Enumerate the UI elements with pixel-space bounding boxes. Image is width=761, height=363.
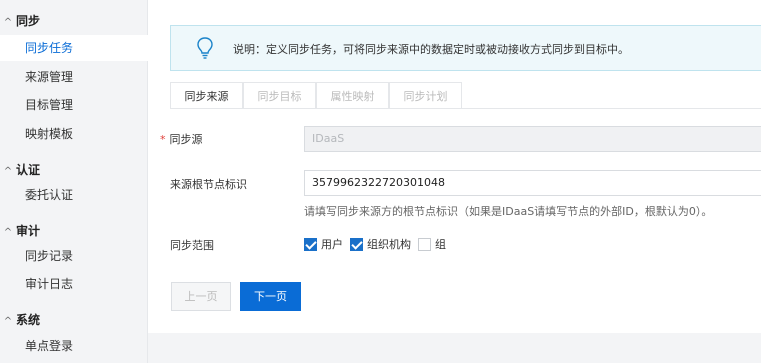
tab-sync-schedule[interactable]: 同步计划 — [389, 82, 462, 109]
tabs-divider — [170, 108, 761, 109]
sidebar-item-delegated-auth[interactable]: 委托认证 — [0, 182, 148, 208]
sidebar-item-mapping-templates[interactable]: 映射模板 — [0, 121, 148, 147]
sidebar-item-target-management[interactable]: 目标管理 — [0, 92, 148, 118]
checkbox-users[interactable] — [304, 237, 317, 251]
group-auth[interactable]: ^ 认证 — [0, 160, 40, 180]
chevron-up-icon: ^ — [3, 17, 13, 28]
scope-options: 用户 组织机构 组 — [304, 236, 453, 252]
sidebar: ^ 同步 同步任务 来源管理 目标管理 映射模板 ^ 认证 委托认证 ^ 审计 同步记… — [0, 0, 148, 363]
tab-sync-target[interactable]: 同步目标 — [243, 82, 316, 109]
sidebar-item-source-management[interactable]: 来源管理 — [0, 64, 148, 90]
sidebar-item-audit-log[interactable]: 审计日志 — [0, 271, 148, 297]
source-label: * 同步源 — [160, 131, 203, 147]
sidebar-item-label: 目标管理 — [25, 98, 74, 112]
sidebar-item-label: 同步记录 — [25, 249, 74, 263]
group-title: 同步 — [16, 14, 41, 28]
tab-sync-source[interactable]: 同步来源 — [170, 82, 243, 109]
notice-text: 说明：定义同步任务，可将同步来源中的数据定时或被动接收方式同步到目标中。 — [233, 43, 629, 56]
group-title: 认证 — [16, 163, 41, 177]
sidebar-item-label: 单点登录 — [25, 339, 74, 353]
required-mark: * — [160, 133, 166, 146]
sidebar-item-label: 审计日志 — [25, 277, 74, 291]
sidebar-item-sync-records[interactable]: 同步记录 — [0, 243, 148, 269]
group-system[interactable]: ^ 系统 — [0, 310, 40, 330]
form-panel: 说明：定义同步任务，可将同步来源中的数据定时或被动接收方式同步到目标中。 同步来… — [148, 0, 761, 333]
lightbulb-icon — [197, 37, 213, 59]
checkbox-orgs[interactable] — [350, 237, 363, 251]
source-label-text: 同步源 — [169, 133, 203, 146]
chevron-up-icon: ^ — [3, 166, 13, 177]
checkbox-groups[interactable] — [418, 237, 431, 251]
chevron-up-icon: ^ — [3, 227, 13, 238]
next-page-button[interactable]: 下一页 — [240, 282, 301, 311]
checkbox-groups-label[interactable]: 组 — [435, 236, 446, 252]
sidebar-item-sync-tasks[interactable]: 同步任务 — [0, 35, 148, 61]
group-title: 系统 — [16, 313, 41, 327]
group-title: 审计 — [16, 224, 41, 238]
sidebar-item-sso[interactable]: 单点登录 — [0, 333, 148, 359]
scope-label: 同步范围 — [170, 239, 214, 252]
main-content: 说明：定义同步任务，可将同步来源中的数据定时或被动接收方式同步到目标中。 同步来… — [148, 0, 761, 363]
chevron-up-icon: ^ — [3, 316, 13, 327]
sidebar-item-label: 映射模板 — [25, 127, 74, 141]
group-sync[interactable]: ^ 同步 — [0, 11, 40, 31]
checkbox-users-label[interactable]: 用户 — [321, 236, 343, 252]
notice-box: 说明：定义同步任务，可将同步来源中的数据定时或被动接收方式同步到目标中。 — [170, 25, 761, 71]
sidebar-item-label: 委托认证 — [25, 188, 74, 202]
root-node-hint: 请填写同步来源方的根节点标识（如果是IDaaS请填写节点的外部ID，根默认为0）… — [304, 205, 713, 218]
source-select[interactable]: IDaaS — [304, 126, 761, 152]
root-node-label: 来源根节点标识 — [170, 178, 247, 191]
prev-page-button[interactable]: 上一页 — [171, 282, 231, 311]
tab-attribute-mapping[interactable]: 属性映射 — [316, 82, 389, 109]
root-node-input[interactable]: 3579962322720301048 — [304, 170, 761, 196]
sidebar-item-label: 同步任务 — [25, 41, 74, 55]
checkbox-orgs-label[interactable]: 组织机构 — [367, 236, 411, 252]
group-audit[interactable]: ^ 审计 — [0, 221, 40, 241]
sidebar-item-label: 来源管理 — [25, 70, 74, 84]
